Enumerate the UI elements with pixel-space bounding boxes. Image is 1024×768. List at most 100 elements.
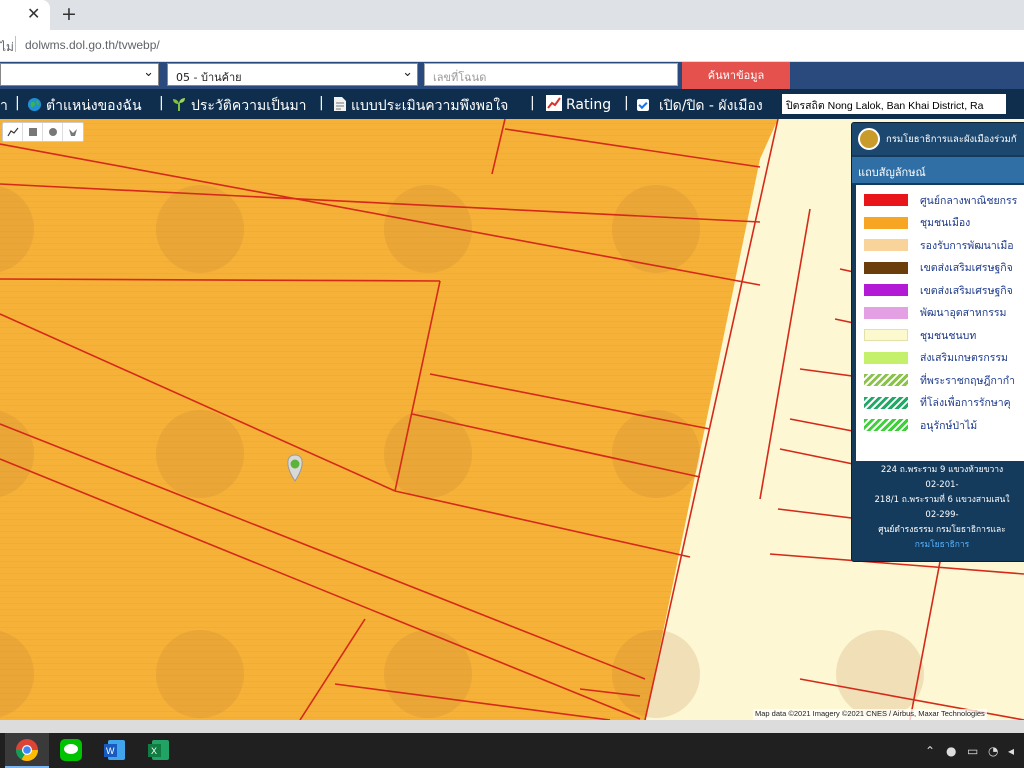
sprout-icon (173, 98, 185, 111)
legend-swatch (864, 351, 908, 364)
toolbar-rating-label: Rating (566, 97, 612, 113)
polyline-tool-icon[interactable] (3, 123, 23, 141)
legend-label: พัฒนาอุตสาหกรรม (920, 307, 1007, 319)
legend-label: ชุมชนชนบท (920, 329, 977, 342)
legend-title: กรมโยธาธิการและผังเมืองร่วมกั (886, 133, 1017, 145)
legend-footer-line: ศูนย์ดำรงธรรม กรมโยธาธิการและ (878, 525, 1006, 535)
toolbar-history-label: ประวัติความเป็นมา (191, 98, 307, 114)
tray-app-icon[interactable]: ● (946, 744, 956, 758)
province-select[interactable]: ⌄ (0, 63, 159, 86)
chevron-down-icon: ⌄ (143, 65, 154, 80)
legend-footer-line: 02-201- (925, 480, 959, 490)
toolbar-separator: | (624, 95, 629, 111)
excel-icon[interactable]: X (146, 737, 172, 763)
legend-label: เขตส่งเสริมเศรษฐกิจ (920, 284, 1013, 297)
legend-item: อนุรักษ์ป่าไม้ (864, 418, 977, 432)
document-icon (334, 97, 346, 111)
globe-icon (27, 97, 42, 112)
close-tab-icon[interactable]: ✕ (27, 4, 40, 23)
toolbar-separator: | (159, 95, 164, 111)
draw-tools (2, 122, 84, 142)
department-seal-icon (858, 128, 880, 150)
legend-swatch (864, 374, 908, 386)
legend-item: รองรับการพัฒนาเมือ (864, 238, 1014, 252)
new-tab-icon[interactable]: + (61, 3, 77, 25)
browser-tab[interactable]: ✕ (0, 0, 50, 30)
district-select[interactable]: 05 - บ้านค้าย ⌄ (167, 63, 418, 86)
circle-tool-icon[interactable] (43, 123, 63, 141)
legend-list: ศูนย์กลางพาณิชยกรรชุมชนเมืองรองรับการพัฒ… (856, 185, 1024, 461)
legend-swatch (864, 306, 908, 319)
svg-text:X: X (151, 746, 157, 756)
rectangle-tool-icon[interactable] (23, 123, 43, 141)
legend-item: ชุมชนชนบท (864, 328, 976, 342)
search-row: ⌄ 05 - บ้านค้าย ⌄ เลขที่โฉนด ค้นหาข้อมูล (0, 62, 1024, 89)
legend-item: ชุมชนเมือง (864, 216, 970, 230)
toolbar-toggle-label: เปิด/ปิด - ผังเมือง (659, 98, 763, 114)
chart-icon (546, 95, 562, 111)
legend-subtitle: แถบสัญลักษณ์ (852, 157, 1024, 183)
legend-swatch (864, 239, 908, 251)
volume-icon[interactable]: ◂ (1008, 744, 1014, 758)
toolbar-item-survey[interactable]: แบบประเมินความพึงพอใจ (333, 95, 508, 117)
map-toolbar: า | ตำแหน่งของฉัน | ประวัติความเป็นมา | … (0, 89, 1024, 119)
legend-swatch (864, 329, 908, 341)
legend-swatch (864, 261, 908, 274)
legend-swatch (864, 216, 908, 229)
location-search-input[interactable]: ปิตรสถิต Nong Lalok, Ban Khai District, … (782, 94, 1006, 114)
legend-item: เขตส่งเสริมเศรษฐกิจ (864, 283, 1013, 297)
toolbar-separator: | (530, 95, 535, 111)
browser-tabstrip: ✕ + (0, 0, 1024, 30)
legend-item: ที่โล่งเพื่อการรักษาคุ (864, 396, 1011, 410)
windows-taskbar: W X ⌃ ● ▭ ◔ ◂ (0, 733, 1024, 768)
toolbar-item-first[interactable]: า (0, 95, 8, 117)
chrome-icon[interactable] (14, 737, 40, 763)
chevron-down-icon: ⌄ (402, 65, 413, 80)
search-button[interactable]: ค้นหาข้อมูล (682, 62, 790, 89)
legend-item: ศูนย์กลางพาณิชยกรร (864, 193, 1017, 207)
map-attribution: Map data ©2021 Imagery ©2021 CNES / Airb… (753, 709, 987, 720)
toolbar-location-label: ตำแหน่งของฉัน (46, 98, 142, 114)
legend-label: ที่พระราชกฤษฎีกากำ (920, 374, 1015, 387)
legend-label: อนุรักษ์ป่าไม้ (920, 419, 978, 432)
tray-display-icon[interactable]: ▭ (967, 744, 978, 758)
town-plan-checkbox[interactable] (637, 99, 649, 111)
toolbar-item-history[interactable]: ประวัติความเป็นมา (171, 95, 307, 117)
legend-footer: 224 ถ.พระราม 9 แขวงห้วยขวาง 02-201- 218/1 … (852, 463, 1024, 553)
legend-swatch (864, 396, 908, 409)
toolbar-item-location[interactable]: ตำแหน่งของฉัน (27, 95, 142, 117)
legend-header: กรมโยธาธิการและผังเมืองร่วมกั (852, 123, 1024, 155)
toolbar-separator: | (15, 95, 20, 111)
legend-swatch (864, 419, 908, 431)
url-text[interactable]: dolwms.dol.go.th/tvwebp/ (25, 38, 160, 52)
wifi-icon[interactable]: ◔ (988, 744, 998, 758)
legend-item: เขตส่งเสริมเศรษฐกิจ (864, 261, 1013, 275)
legend-label: ศูนย์กลางพาณิชยกรร (920, 194, 1018, 207)
legend-item: พัฒนาอุตสาหกรรม (864, 306, 1006, 320)
tray-chevron-up-icon[interactable]: ⌃ (925, 744, 935, 758)
legend-label: ชุมชนเมือง (920, 217, 971, 229)
legend-footer-line: 218/1 ถ.พระรามที่ 6 แขวงสามเสนใ (874, 495, 1010, 505)
toolbar-item-toggle[interactable]: เปิด/ปิด - ผังเมือง (637, 95, 763, 117)
legend-footer-line: 02-299- (925, 510, 959, 520)
legend-label: ที่โล่งเพื่อการรักษาคุ (920, 397, 1011, 409)
security-label[interactable]: ไม่ (0, 38, 14, 57)
parcel-number-input[interactable]: เลขที่โฉนด (424, 63, 678, 86)
svg-text:W: W (106, 746, 115, 756)
legend-footer-line: 224 ถ.พระราม 9 แขวงห้วยขวาง (880, 465, 1004, 475)
address-bar[interactable]: ไม่ dolwms.dol.go.th/tvwebp/ (0, 30, 1024, 62)
department-link[interactable]: กรมโยธาธิการ (852, 538, 1024, 553)
word-icon[interactable]: W (102, 737, 128, 763)
district-select-value: 05 - บ้านค้าย (176, 71, 242, 84)
taskbar-divider (0, 720, 1024, 733)
toolbar-item-rating[interactable]: Rating (546, 95, 611, 113)
legend-item: ส่งเสริมเกษตรกรรม (864, 351, 1008, 365)
toolbar-separator: | (319, 95, 324, 111)
polygon-tool-icon[interactable] (63, 123, 83, 141)
toolbar-survey-label: แบบประเมินความพึงพอใจ (351, 98, 509, 114)
legend-label: รองรับการพัฒนาเมือ (920, 239, 1014, 252)
url-divider (15, 36, 16, 52)
line-app-icon[interactable] (58, 737, 84, 763)
legend-label: ส่งเสริมเกษตรกรรม (920, 352, 1008, 364)
legend-swatch (864, 194, 908, 206)
